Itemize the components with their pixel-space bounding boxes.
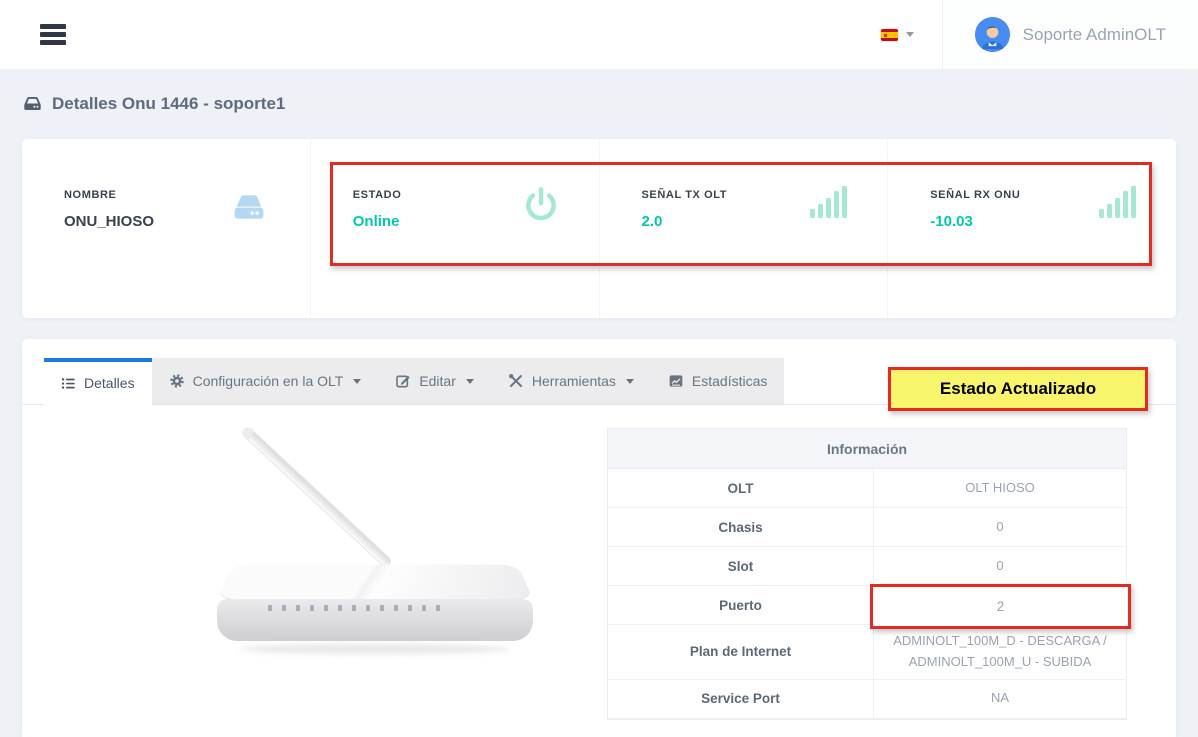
user-avatar <box>975 17 1010 52</box>
row-value: ADMINOLT_100M_D - DESCARGA / ADMINOLT_10… <box>874 625 1126 679</box>
language-selector[interactable] <box>853 29 942 41</box>
stat-senal-rx-onu: SEÑAL RX ONU -10.03 <box>887 139 1176 318</box>
topbar-right: Soporte AdminOLT <box>853 0 1198 69</box>
puerto-value-highlight: 2 <box>997 599 1005 614</box>
stat-estado: ESTADO Online <box>310 139 599 318</box>
table-row-slot: Slot 0 <box>608 547 1126 586</box>
chevron-down-icon <box>466 379 474 384</box>
table-row-plan: Plan de Internet ADMINOLT_100M_D - DESCA… <box>608 625 1126 680</box>
signal-bars-icon <box>809 185 849 224</box>
table-row-chasis: Chasis 0 <box>608 508 1126 547</box>
onu-router-image <box>180 420 560 670</box>
row-label: Chasis <box>608 508 874 546</box>
stat-nombre: NOMBRE ONU_HIOSO <box>22 139 310 318</box>
tab-label: Editar <box>419 373 456 389</box>
tools-icon <box>508 373 524 389</box>
stat-value-online: Online <box>353 213 599 230</box>
tab-label: Herramientas <box>532 373 616 389</box>
hamburger-bar <box>40 40 66 45</box>
tab-detalles[interactable]: Detalles <box>44 358 152 405</box>
chevron-down-icon <box>906 32 914 37</box>
tab-editar[interactable]: Editar <box>378 358 491 405</box>
stat-value-rx: -10.03 <box>930 213 1176 230</box>
tab-label: Estadísticas <box>692 373 767 389</box>
row-label: Slot <box>608 547 874 585</box>
tab-estadisticas[interactable]: Estadísticas <box>651 358 784 405</box>
router-antenna <box>242 427 393 569</box>
list-icon <box>61 376 76 391</box>
hamburger-menu-icon[interactable] <box>40 21 66 48</box>
stat-value-tx: 2.0 <box>642 213 888 230</box>
stat-label: NOMBRE <box>64 189 310 201</box>
router-top-face <box>217 565 533 599</box>
gear-icon <box>169 373 185 389</box>
row-value: 0 <box>874 547 1126 585</box>
topbar: Soporte AdminOLT <box>0 0 1198 70</box>
tab-configuracion-olt[interactable]: Configuración en la OLT <box>152 358 379 405</box>
signal-bars-icon <box>1098 185 1138 224</box>
stat-senal-tx-olt: SEÑAL TX OLT 2.0 <box>599 139 888 318</box>
page-title-text: Detalles Onu 1446 - soporte1 <box>52 94 285 114</box>
stats-card: NOMBRE ONU_HIOSO ESTADO Online <box>22 139 1176 318</box>
user-menu[interactable]: Soporte AdminOLT <box>943 0 1198 69</box>
hamburger-bar <box>40 24 66 29</box>
info-table-header: Información <box>608 429 1126 469</box>
details-card: Detalles Configuración en la OLT Editar <box>22 339 1176 737</box>
power-icon <box>521 185 561 230</box>
chevron-down-icon <box>353 379 361 384</box>
stat-value: ONU_HIOSO <box>64 213 310 230</box>
router-led-strip <box>268 605 440 611</box>
router-shadow <box>240 644 510 654</box>
tab-label: Detalles <box>84 375 135 391</box>
row-label: Plan de Internet <box>608 625 874 679</box>
row-value: NA <box>874 680 1126 718</box>
adminolt-screen: Soporte AdminOLT Detalles Onu 1446 - sop… <box>0 0 1198 737</box>
row-value: OLT HIOSO <box>874 469 1126 507</box>
chart-icon <box>668 373 684 389</box>
edit-icon <box>395 373 411 389</box>
row-value: 0 <box>874 508 1126 546</box>
router-icon <box>226 185 272 230</box>
chevron-down-icon <box>626 379 634 384</box>
table-row-service-port: Service Port NA <box>608 680 1126 719</box>
annotation-red-rect-puerto: 2 <box>870 584 1131 629</box>
info-table: Información OLT OLT HIOSO Chasis 0 Slot … <box>607 428 1127 720</box>
table-row-olt: OLT OLT HIOSO <box>608 469 1126 508</box>
tab-bar: Detalles Configuración en la OLT Editar <box>44 358 784 405</box>
page-title: Detalles Onu 1446 - soporte1 <box>22 93 285 114</box>
hamburger-bar <box>40 32 66 37</box>
row-label: OLT <box>608 469 874 507</box>
stat-label: SEÑAL TX OLT <box>642 189 888 201</box>
server-icon <box>22 93 43 114</box>
spain-flag-icon <box>881 29 898 41</box>
row-label: Puerto <box>608 586 874 624</box>
annotation-text: Estado Actualizado <box>940 379 1096 399</box>
annotation-estado-actualizado: Estado Actualizado <box>888 367 1148 411</box>
row-label: Service Port <box>608 680 874 718</box>
stat-label: ESTADO <box>353 189 599 201</box>
tab-label: Configuración en la OLT <box>193 373 344 389</box>
tab-herramientas[interactable]: Herramientas <box>491 358 651 405</box>
user-name: Soporte AdminOLT <box>1023 25 1166 45</box>
stat-label: SEÑAL RX ONU <box>930 189 1176 201</box>
